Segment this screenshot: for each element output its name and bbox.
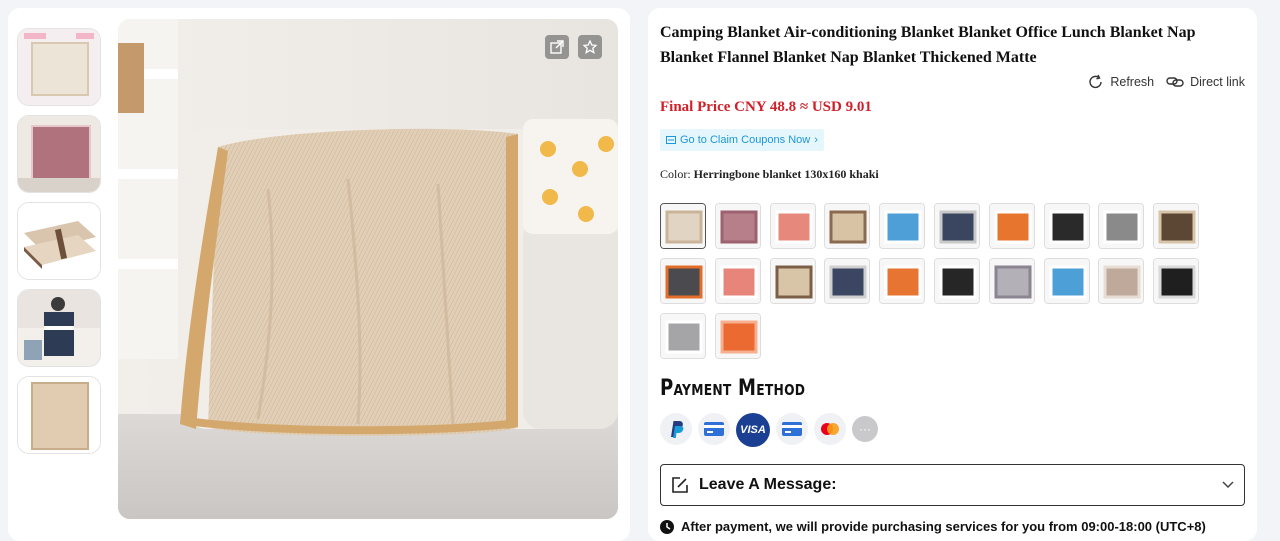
favorite-star-icon[interactable]: [578, 35, 602, 59]
color-swatch-orange-3[interactable]: [714, 313, 761, 359]
service-notice: After payment, we will provide purchasin…: [660, 519, 1206, 534]
color-swatch-grey-white[interactable]: [1098, 203, 1145, 249]
color-swatch-beige-brown[interactable]: [824, 203, 871, 249]
service-notice-text: After payment, we will provide purchasin…: [681, 519, 1206, 534]
clock-icon: [660, 519, 674, 534]
color-swatch-sky-blue[interactable]: [879, 203, 926, 249]
claim-coupons-label: Go to Claim Coupons Now: [680, 134, 811, 146]
payment-icons: VISA ···: [660, 413, 878, 447]
chevron-right-icon: ›: [814, 134, 818, 146]
color-swatch-coral[interactable]: [769, 203, 816, 249]
thumbnail-5[interactable]: [17, 376, 101, 454]
leave-message-toggle[interactable]: Leave A Message:: [660, 464, 1245, 506]
refresh-button[interactable]: Refresh: [1088, 74, 1154, 90]
color-swatch-navy-model[interactable]: [934, 203, 980, 249]
color-swatch-mauve[interactable]: [714, 203, 761, 249]
final-price: Final Price CNY 48.8 ≈ USD 9.01: [660, 99, 872, 115]
direct-link-button[interactable]: Direct link: [1166, 74, 1245, 90]
color-swatch-orange-2[interactable]: [879, 258, 926, 304]
color-swatch-light-grey[interactable]: [660, 313, 706, 359]
credit-card-icon: [698, 413, 730, 445]
color-swatch-grey-model[interactable]: [988, 258, 1035, 304]
color-swatch-black-white-2[interactable]: [934, 258, 980, 304]
color-value: Herringbone blanket 130x160 khaki: [693, 167, 879, 181]
color-selection: Color: Herringbone blanket 130x160 khaki: [660, 167, 879, 182]
debit-card-icon: [776, 413, 808, 445]
paypal-icon: [660, 413, 692, 445]
color-swatch-beige-brown-2[interactable]: [769, 258, 816, 304]
thumbnail-1[interactable]: [17, 28, 101, 106]
refresh-icon: [1089, 74, 1103, 89]
visa-icon: VISA: [736, 413, 770, 447]
edit-icon: [672, 477, 688, 493]
more-payments-icon[interactable]: ···: [852, 416, 878, 442]
thumbnail-3[interactable]: [17, 202, 101, 280]
thumbnail-2[interactable]: [17, 115, 101, 193]
thumbnail-list: [17, 28, 101, 463]
leave-message-label: Leave A Message:: [699, 476, 837, 493]
color-swatch-orange[interactable]: [988, 203, 1035, 249]
color-swatch-khaki[interactable]: [660, 203, 706, 249]
main-product-image: [118, 19, 618, 519]
color-label: Color:: [660, 167, 691, 181]
thumbnail-4[interactable]: [17, 289, 101, 367]
color-swatch-black-white[interactable]: [1043, 203, 1090, 249]
coupon-icon: [666, 136, 676, 144]
refresh-label: Refresh: [1110, 75, 1155, 89]
direct-link-label: Direct link: [1190, 75, 1245, 89]
product-title: Camping Blanket Air-conditioning Blanket…: [660, 24, 1196, 66]
chevron-down-icon: [1222, 481, 1234, 489]
link-icon: [1166, 77, 1184, 87]
color-swatch-orange-grey-set[interactable]: [660, 258, 706, 304]
color-swatch-dark-brown[interactable]: [1153, 203, 1200, 249]
color-swatch-navy-model-2[interactable]: [824, 258, 871, 304]
color-swatch-taupe[interactable]: [1098, 258, 1145, 304]
color-swatch-coral-2[interactable]: [714, 258, 761, 304]
color-swatch-black-2[interactable]: [1153, 258, 1200, 304]
payment-method-title: Payment Method: [660, 376, 806, 401]
title-actions: Refresh Direct link: [1088, 74, 1245, 90]
open-external-icon[interactable]: [545, 35, 569, 59]
claim-coupons-button[interactable]: Go to Claim Coupons Now ›: [660, 129, 824, 151]
mastercard-icon: [814, 413, 846, 445]
gallery-panel: [8, 8, 630, 541]
color-swatch-sky-blue-2[interactable]: [1043, 258, 1090, 304]
product-details-panel: Camping Blanket Air-conditioning Blanket…: [648, 8, 1257, 541]
